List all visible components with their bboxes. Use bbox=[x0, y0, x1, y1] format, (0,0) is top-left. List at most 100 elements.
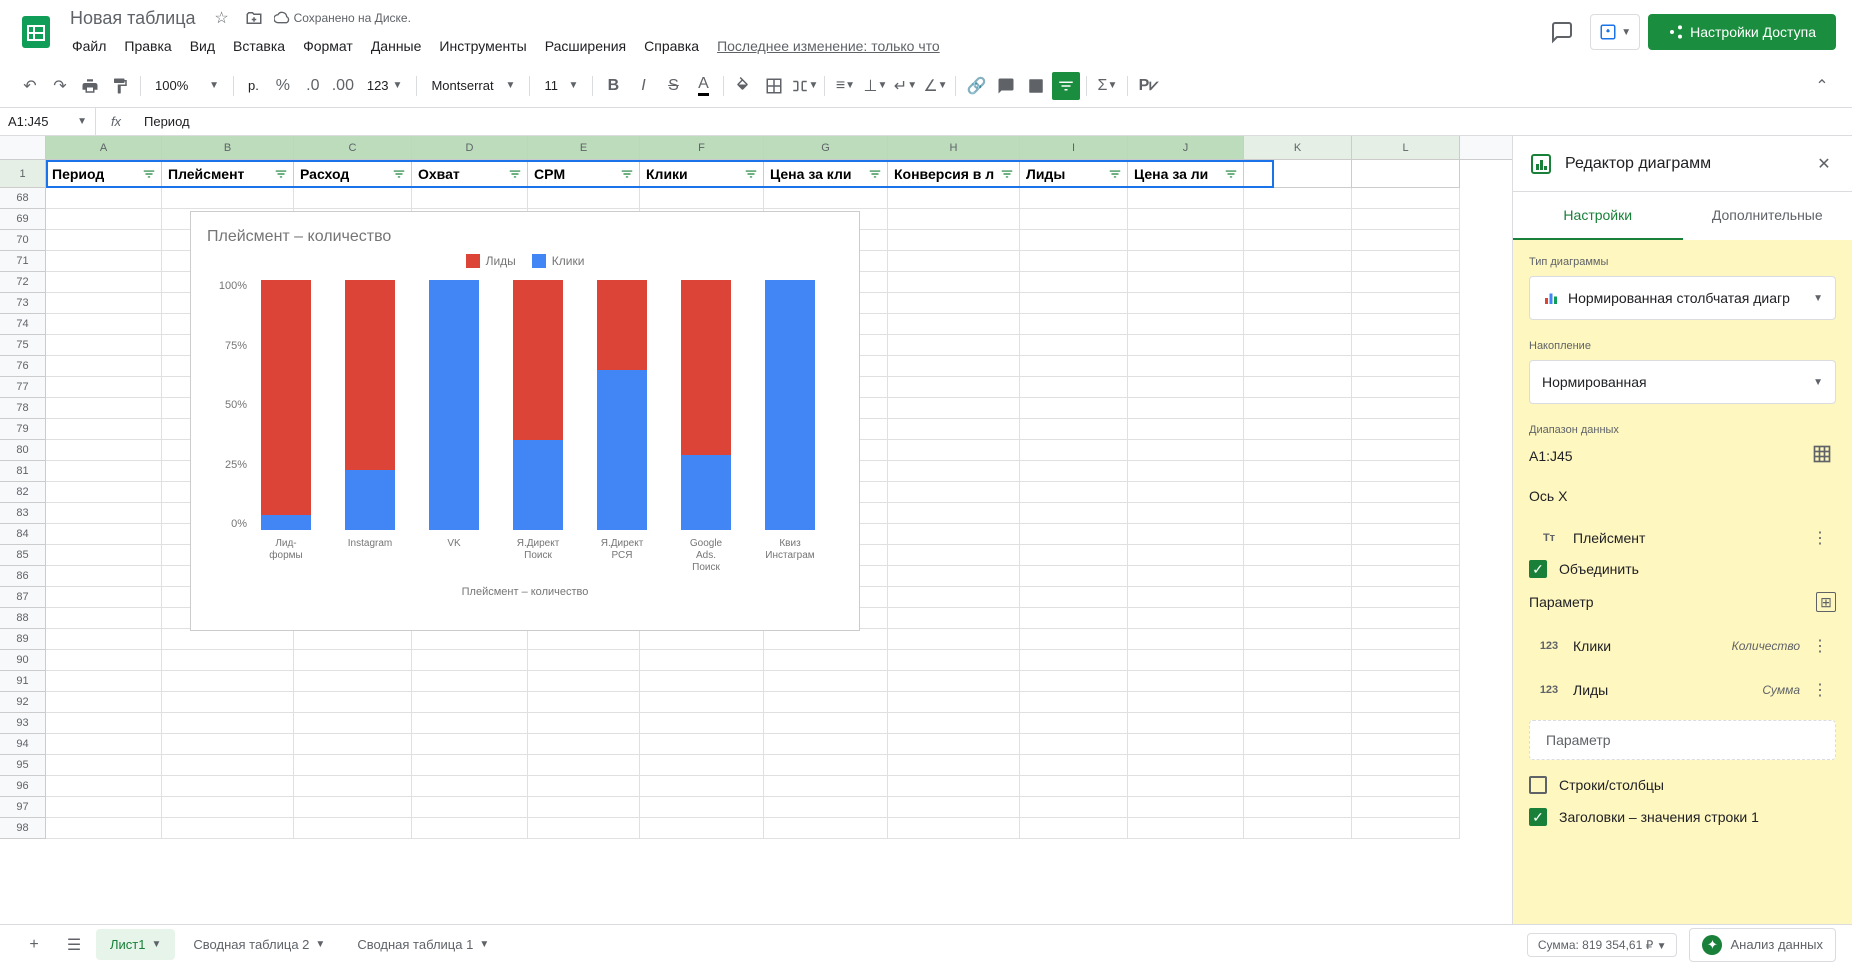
cell[interactable] bbox=[46, 230, 162, 251]
cell[interactable] bbox=[888, 335, 1020, 356]
cell[interactable] bbox=[1128, 209, 1244, 230]
move-icon[interactable] bbox=[242, 6, 266, 30]
cell[interactable] bbox=[162, 797, 294, 818]
py-icon[interactable]: Р⩗ bbox=[1134, 72, 1162, 100]
row-header[interactable]: 84 bbox=[0, 524, 46, 545]
cell[interactable] bbox=[46, 272, 162, 293]
filter-dropdown-icon[interactable] bbox=[1223, 166, 1239, 182]
filter-dropdown-icon[interactable] bbox=[867, 166, 883, 182]
bold-icon[interactable]: B bbox=[599, 72, 627, 100]
col-header-A[interactable]: A bbox=[46, 136, 162, 159]
share-button[interactable]: Настройки Доступа bbox=[1648, 14, 1836, 50]
cell[interactable] bbox=[1020, 797, 1128, 818]
cell[interactable] bbox=[1020, 377, 1128, 398]
cell[interactable] bbox=[1352, 797, 1460, 818]
cell[interactable] bbox=[1244, 629, 1352, 650]
cell[interactable] bbox=[412, 629, 528, 650]
bar-1[interactable] bbox=[345, 280, 395, 530]
borders-icon[interactable] bbox=[760, 72, 788, 100]
cell[interactable] bbox=[1352, 692, 1460, 713]
cell[interactable] bbox=[764, 188, 888, 209]
cell[interactable] bbox=[46, 419, 162, 440]
cell[interactable] bbox=[888, 209, 1020, 230]
cell[interactable] bbox=[1020, 209, 1128, 230]
row-header[interactable]: 91 bbox=[0, 671, 46, 692]
row-header[interactable]: 88 bbox=[0, 608, 46, 629]
cell[interactable] bbox=[1020, 650, 1128, 671]
row-header[interactable]: 68 bbox=[0, 188, 46, 209]
cell[interactable] bbox=[1244, 209, 1352, 230]
cell[interactable] bbox=[1128, 230, 1244, 251]
cell[interactable] bbox=[46, 314, 162, 335]
cell[interactable] bbox=[1128, 671, 1244, 692]
strike-icon[interactable]: S bbox=[659, 72, 687, 100]
col-header-F[interactable]: F bbox=[640, 136, 764, 159]
cell[interactable] bbox=[1020, 692, 1128, 713]
cell[interactable] bbox=[888, 524, 1020, 545]
cell[interactable] bbox=[1020, 293, 1128, 314]
bar-2[interactable] bbox=[429, 280, 479, 530]
row-header[interactable]: 72 bbox=[0, 272, 46, 293]
format-select[interactable]: 123▼ bbox=[359, 78, 411, 93]
formula-input[interactable]: Период bbox=[136, 114, 1852, 129]
cell[interactable] bbox=[1352, 188, 1460, 209]
cell[interactable] bbox=[764, 755, 888, 776]
h-align-icon[interactable]: ≡▼ bbox=[831, 72, 859, 100]
chart[interactable]: Плейсмент – количество ЛидыКлики 100%75%… bbox=[190, 211, 860, 631]
cell[interactable] bbox=[640, 713, 764, 734]
col-header-J[interactable]: J bbox=[1128, 136, 1244, 159]
switch-rows-cols-checkbox[interactable] bbox=[1529, 776, 1547, 794]
cell[interactable] bbox=[1352, 293, 1460, 314]
cell[interactable] bbox=[1128, 524, 1244, 545]
cell[interactable] bbox=[162, 776, 294, 797]
row-header[interactable]: 81 bbox=[0, 461, 46, 482]
row-header[interactable]: 73 bbox=[0, 293, 46, 314]
field-menu-icon[interactable]: ⋮ bbox=[1812, 636, 1828, 656]
row-header[interactable]: 92 bbox=[0, 692, 46, 713]
cell[interactable] bbox=[888, 419, 1020, 440]
cell[interactable] bbox=[1020, 713, 1128, 734]
fill-color-icon[interactable] bbox=[730, 72, 758, 100]
cell[interactable] bbox=[1352, 209, 1460, 230]
cell[interactable] bbox=[1020, 818, 1128, 839]
cell[interactable] bbox=[1244, 797, 1352, 818]
cell[interactable] bbox=[1352, 734, 1460, 755]
paint-format-icon[interactable] bbox=[106, 72, 134, 100]
cell[interactable] bbox=[162, 629, 294, 650]
row-header[interactable]: 76 bbox=[0, 356, 46, 377]
cell[interactable] bbox=[46, 356, 162, 377]
cell[interactable] bbox=[888, 461, 1020, 482]
row-header[interactable]: 97 bbox=[0, 797, 46, 818]
filter-dropdown-icon[interactable] bbox=[743, 166, 759, 182]
cell[interactable] bbox=[46, 566, 162, 587]
cell[interactable] bbox=[640, 650, 764, 671]
cell[interactable] bbox=[46, 692, 162, 713]
filter-icon[interactable] bbox=[1052, 72, 1080, 100]
use-row1-headers-checkbox[interactable]: ✓ bbox=[1529, 808, 1547, 826]
cell[interactable] bbox=[294, 797, 412, 818]
increase-decimal-icon[interactable]: .00 bbox=[329, 72, 357, 100]
row-header[interactable]: 89 bbox=[0, 629, 46, 650]
cell[interactable] bbox=[1128, 251, 1244, 272]
cell[interactable] bbox=[888, 566, 1020, 587]
cell[interactable] bbox=[640, 692, 764, 713]
cell[interactable] bbox=[1128, 482, 1244, 503]
row-header[interactable]: 74 bbox=[0, 314, 46, 335]
cell[interactable] bbox=[1244, 398, 1352, 419]
cell[interactable] bbox=[1352, 671, 1460, 692]
cell[interactable] bbox=[1244, 230, 1352, 251]
cell[interactable] bbox=[46, 461, 162, 482]
cell[interactable] bbox=[1244, 251, 1352, 272]
cell[interactable] bbox=[528, 818, 640, 839]
menu-tools[interactable]: Инструменты bbox=[431, 34, 534, 58]
row-header[interactable]: 85 bbox=[0, 545, 46, 566]
field-menu-icon[interactable]: ⋮ bbox=[1812, 680, 1828, 700]
data-range-value[interactable]: A1:J45 bbox=[1529, 448, 1573, 464]
currency-button[interactable]: р. bbox=[240, 78, 267, 93]
cell[interactable] bbox=[1020, 188, 1128, 209]
cell[interactable] bbox=[1020, 734, 1128, 755]
filter-dropdown-icon[interactable] bbox=[141, 166, 157, 182]
cell[interactable] bbox=[888, 797, 1020, 818]
cell[interactable] bbox=[1244, 461, 1352, 482]
cell[interactable] bbox=[294, 650, 412, 671]
